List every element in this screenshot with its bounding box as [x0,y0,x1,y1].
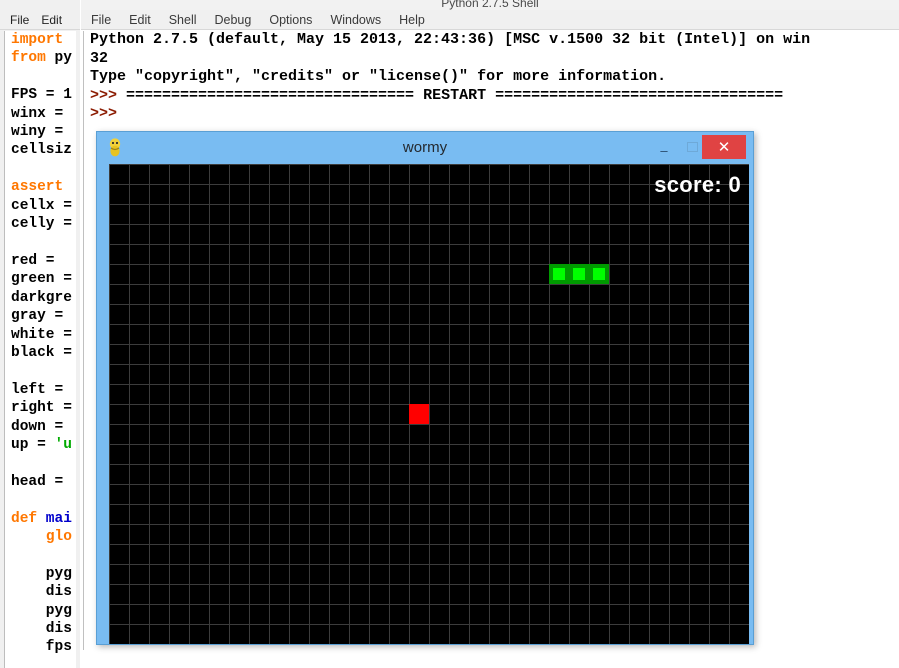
close-button[interactable]: ✕ [702,135,746,159]
code-token-function-name: mai [37,510,72,527]
shell-menu-edit[interactable]: Edit [129,13,151,27]
code-line: up = 'u [11,436,76,454]
score-display: score: 0 [654,172,741,197]
code-token-string: 'u [54,436,72,453]
editor-menubar: File Edit [0,10,80,30]
shell-menu-shell[interactable]: Shell [169,13,197,27]
editor-code-area[interactable]: import from py FPS = 1 winx = winy = cel… [4,31,76,668]
code-line: import [11,31,76,49]
shell-prompt: >>> [90,105,127,122]
desktop-right-fill [760,131,899,668]
grid-lines [109,164,749,644]
code-line: cellx = [11,197,72,214]
code-token-plain: up = [11,436,55,453]
code-line: white = [11,326,72,343]
code-line: gray = [11,308,64,325]
code-token-keyword: import [11,32,64,48]
code-token-keyword: assert [11,179,64,196]
code-line: pyg [11,565,72,582]
worm-segment [589,264,609,284]
game-board[interactable]: score: 0 [109,164,749,644]
code-line: winx = [11,105,72,122]
code-line: def mai [11,510,76,528]
shell-menu-windows[interactable]: Windows [330,13,381,27]
code-line: black = [11,344,72,361]
shell-line-output: Python 2.7.5 (default, May 15 2013, 22:4… [90,31,820,48]
desktop-bottom-fill [81,650,899,668]
shell-menu-file[interactable]: File [91,13,111,27]
shell-line-output: Type "copyright", "credits" or "license(… [90,68,667,85]
code-line: fps [11,639,72,656]
shell-restart-banner: ================================ RESTART… [126,86,784,104]
code-token-keyword: def [11,510,38,527]
code-line: winy = [11,124,72,141]
code-line: glo [11,528,76,546]
code-line: red = [11,252,55,269]
worm-segment [549,264,569,284]
code-line: darkgre [11,289,72,306]
shell-menu-debug[interactable]: Debug [215,13,252,27]
minimize-icon: – [660,142,668,158]
code-line: dis [11,584,72,601]
editor-menu-file[interactable]: File [10,13,29,27]
shell-prompt: >>> [90,86,127,104]
shell-menubar: File Edit Shell Debug Options Windows He… [81,10,899,30]
wormy-game-window: wormy – ✕ score: 0 [96,131,754,645]
code-line: celly = [11,216,72,233]
code-line: green = [11,271,72,288]
desktop-background: File Edit import from py FPS = 1 winx = … [0,0,899,668]
code-line: assert [11,178,76,196]
code-line: dis [11,621,72,637]
code-token-keyword: glo [45,528,72,545]
code-token-keyword: from [11,50,46,67]
editor-menu-edit[interactable]: Edit [41,13,62,27]
close-icon: ✕ [717,139,731,156]
apple [409,404,429,424]
code-line: cellsiz [11,142,72,159]
code-line: from py [11,49,76,67]
code-token-plain: py [45,50,72,67]
code-line: head = [11,473,64,490]
code-line: pyg [11,602,72,619]
shell-titlebar[interactable]: Python 2.7.5 Shell [81,0,899,10]
maximize-icon [686,142,698,152]
shell-line-prompt[interactable]: >>> [84,105,899,124]
code-line: left = [11,381,64,398]
shell-line-restart: >>> ================================ RES… [84,87,899,106]
code-line: right = [11,400,72,417]
code-line: down = [11,418,64,435]
idle-editor-window: File Edit import from py FPS = 1 winx = … [0,0,80,668]
shell-title: Python 2.7.5 Shell [441,0,539,10]
shell-menu-help[interactable]: Help [399,13,425,27]
shell-menu-options[interactable]: Options [269,13,312,27]
worm-segment [569,264,589,284]
code-line: FPS = 1 [11,87,72,104]
wormy-titlebar[interactable]: wormy – ✕ [97,132,753,163]
shell-line-output: 32 [90,49,109,67]
